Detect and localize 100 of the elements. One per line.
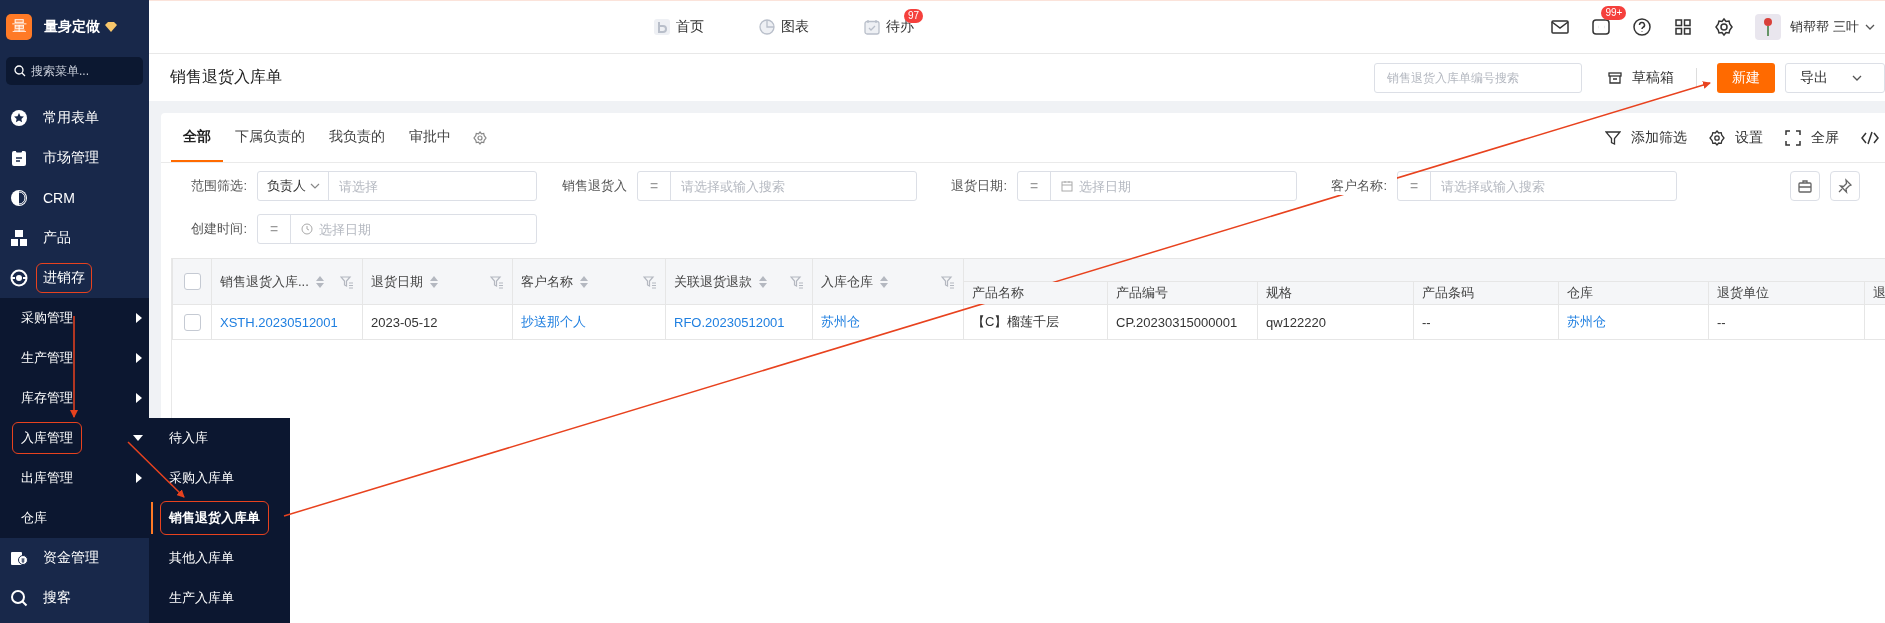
settings-icon[interactable]: [1714, 17, 1735, 37]
menu-item[interactable]: 进销存: [36, 263, 92, 293]
count-badge: 99+: [1601, 6, 1627, 20]
filter-icon[interactable]: [941, 274, 955, 289]
boxes-icon: [10, 229, 28, 247]
toolbar-link[interactable]: 全屏: [1785, 128, 1839, 147]
cycle-icon: [10, 269, 28, 287]
settings-icon: [1709, 129, 1725, 146]
search-field[interactable]: 销售退货入库单编号搜索: [1374, 62, 1582, 93]
pie-chart-icon: [759, 19, 775, 35]
search-input[interactable]: 搜索菜单...: [31, 64, 131, 78]
toolbar-link[interactable]: 设置: [1709, 128, 1763, 147]
filter-icon[interactable]: [340, 274, 354, 289]
clipboard-icon: [10, 149, 28, 167]
search-icon: [10, 589, 28, 607]
menu-item[interactable]: 产品: [36, 223, 78, 253]
checkbox[interactable]: [183, 313, 201, 331]
flyout-item[interactable]: 生产入库单: [160, 581, 243, 615]
text-input[interactable]: 请选择或输入搜索: [671, 178, 916, 194]
flyout-item[interactable]: 其他入库单: [160, 541, 243, 575]
table-link[interactable]: 苏州仓: [1558, 304, 1709, 340]
filter-icon: [1605, 129, 1621, 146]
sort-icon[interactable]: [758, 274, 768, 289]
table-link[interactable]: RFO.20230512001: [665, 304, 813, 340]
menu-item[interactable]: 搜客: [36, 583, 78, 613]
column-header: 入库仓库: [821, 272, 873, 291]
page-title: 销售退货入库单: [170, 67, 282, 87]
calendar-icon: [1061, 180, 1073, 192]
avatar[interactable]: [1755, 14, 1782, 40]
filter-icon[interactable]: [643, 274, 657, 289]
submenu-item[interactable]: 仓库: [12, 502, 143, 534]
archive-icon: [1608, 70, 1622, 85]
table-cell: 【C】榴莲千层: [963, 304, 1108, 340]
text-input[interactable]: 选择日期: [1069, 178, 1296, 194]
checkbox[interactable]: [183, 273, 201, 291]
sort-icon[interactable]: [879, 274, 889, 289]
chat-icon[interactable]: [1591, 17, 1612, 37]
mail-icon[interactable]: [1550, 17, 1571, 37]
column-header: 退货日期: [371, 272, 423, 291]
column-header: 销售退货入库...: [220, 272, 309, 291]
toolbox-icon: [1797, 178, 1813, 194]
pin-icon: [1837, 178, 1853, 194]
column-header: 产品条码: [1413, 281, 1559, 305]
search-field[interactable]: 搜索菜单...: [6, 57, 143, 85]
caret-down-icon: [309, 183, 320, 189]
table-cell: qw122220: [1257, 304, 1414, 340]
tab[interactable]: 全部: [171, 113, 223, 162]
filter-field[interactable]: 负责人 请选择: [257, 171, 537, 201]
nav-link[interactable]: 首页: [654, 18, 704, 36]
toolbar-link[interactable]: 添加筛选: [1605, 128, 1687, 147]
text-input[interactable]: 请选择: [329, 178, 536, 194]
nav-link[interactable]: 图表: [759, 18, 809, 36]
menu-item[interactable]: 资金管理: [36, 543, 106, 573]
fullscreen-icon: [1785, 129, 1801, 146]
table-cell: --: [1708, 304, 1865, 340]
table-link[interactable]: 抄送那个人: [512, 304, 666, 340]
tab[interactable]: 审批中: [397, 113, 463, 162]
menu-item[interactable]: 常用表单: [36, 103, 106, 133]
grid-icon[interactable]: [1673, 17, 1694, 37]
filter-icon[interactable]: [790, 274, 804, 289]
user-menu[interactable]: 销帮帮 三叶: [1790, 18, 1875, 36]
export-dropdown[interactable]: 导出: [1785, 62, 1885, 93]
column-header: 退货单位: [1708, 281, 1865, 305]
sort-icon[interactable]: [314, 274, 325, 289]
column-header: 关联退货退款: [674, 272, 752, 291]
flyout-item[interactable]: 采购入库单: [160, 461, 243, 495]
submenu-item[interactable]: 库存管理: [12, 382, 133, 414]
flyout-item[interactable]: 待入库: [160, 421, 217, 455]
b-logo-icon: [654, 19, 670, 35]
brand-name: 量身定做: [44, 17, 118, 36]
table-link[interactable]: XSTH.20230512001: [211, 304, 363, 340]
menu-item[interactable]: CRM: [36, 184, 82, 212]
table-cell: 2023-05-12: [362, 304, 513, 340]
menu-item[interactable]: 市场管理: [36, 143, 106, 173]
text-input[interactable]: 请选择或输入搜索: [1431, 178, 1676, 194]
column-header: 产品名称: [963, 281, 1108, 305]
help-icon[interactable]: [1632, 17, 1653, 37]
submenu-item[interactable]: 出库管理: [12, 462, 133, 494]
submenu-item[interactable]: 采购管理: [12, 302, 133, 334]
tab[interactable]: 我负责的: [317, 113, 397, 162]
filter-icon[interactable]: [490, 274, 504, 289]
column-header: 仓库: [1558, 281, 1709, 305]
table-cell: CP.20230315000001: [1107, 304, 1258, 340]
flyout-item[interactable]: 销售退货入库单: [160, 501, 269, 535]
code-icon[interactable]: [1861, 130, 1879, 145]
logo: 量: [6, 13, 32, 40]
submenu-item[interactable]: 生产管理: [12, 342, 133, 374]
pin-button[interactable]: [1830, 171, 1860, 201]
table-cell: --: [1413, 304, 1559, 340]
column-header: 产品编号: [1107, 281, 1258, 305]
caret-down-icon: [1852, 74, 1862, 81]
submenu-item[interactable]: 入库管理: [12, 422, 82, 454]
pie-chart-icon: [10, 189, 28, 207]
sort-icon[interactable]: [429, 274, 439, 289]
text-input[interactable]: 选择日期: [309, 221, 536, 237]
sort-icon[interactable]: [579, 274, 589, 289]
column-header: 规格: [1257, 281, 1414, 305]
table-link[interactable]: 苏州仓: [812, 304, 964, 340]
tab[interactable]: 下属负责的: [223, 113, 317, 162]
drafts-button[interactable]: 草稿箱: [1602, 64, 1680, 91]
